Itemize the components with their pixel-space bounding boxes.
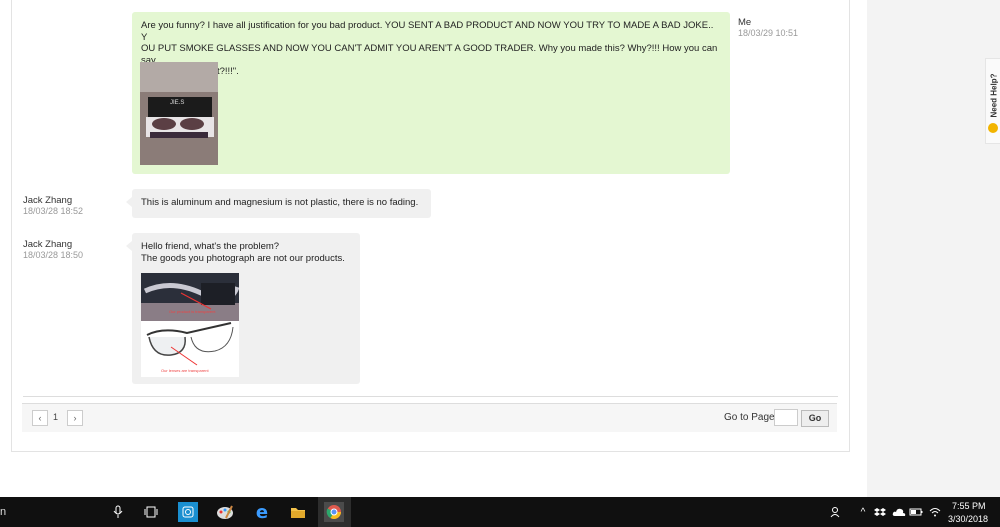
go-button[interactable]: Go: [801, 410, 829, 427]
image-caption: Our lenses are transparent: [161, 368, 209, 373]
dropbox-icon[interactable]: [870, 502, 890, 522]
prev-page-button[interactable]: ‹: [32, 410, 48, 426]
instagram-icon[interactable]: [178, 502, 198, 522]
image-caption: Our product is transparent: [169, 309, 216, 314]
need-help-tab[interactable]: Need Help?: [985, 58, 1000, 144]
message-line: Hello friend, what's the problem?: [141, 241, 280, 252]
clock-time[interactable]: 7:55 PM: [952, 501, 986, 511]
smiley-icon: [988, 123, 998, 133]
wifi-icon[interactable]: [925, 502, 945, 522]
microphone-icon[interactable]: [108, 502, 128, 522]
right-gutter: [867, 0, 1000, 497]
next-page-button[interactable]: ›: [67, 410, 83, 426]
message-line: OU PUT SMOKE GLASSES AND NOW YOU CAN'T A…: [141, 43, 718, 66]
pagination-bar: ‹ 1 › Go to Page Go: [22, 403, 837, 432]
clock-date[interactable]: 3/30/2018: [948, 514, 988, 524]
sender-name: Jack Zhang: [23, 239, 73, 250]
message-text: This is aluminum and magnesium is not pl…: [141, 197, 419, 208]
search-box-text[interactable]: n: [0, 506, 6, 518]
message-bubble-seller: This is aluminum and magnesium is not pl…: [126, 189, 431, 218]
case-brand-text: JIE.S: [170, 100, 185, 106]
message-time: 18/03/28 18:52: [23, 206, 84, 216]
conversation-panel: Are you funny? I have all justification …: [11, 0, 850, 452]
message-line: The goods you photograph are not our pro…: [141, 252, 345, 264]
people-icon[interactable]: [826, 502, 846, 522]
message-text: Hello friend, what's the problem? The go…: [141, 241, 351, 264]
windows-taskbar: n e ^ 7:55 PM 3/30/2018: [0, 497, 1000, 527]
message-bubble-me: Are you funny? I have all justification …: [132, 12, 730, 174]
message-page: Are you funny? I have all justification …: [0, 0, 867, 497]
sender-name: Me: [738, 17, 752, 28]
battery-icon[interactable]: [906, 502, 926, 522]
page-number-input[interactable]: [774, 409, 798, 426]
paint-app-icon[interactable]: [215, 502, 235, 522]
message-line: Are you funny? I have all justification …: [141, 20, 714, 43]
glasses-case-image: [140, 62, 218, 165]
message-text: Are you funny? I have all justification …: [141, 20, 721, 78]
message-bubble-seller: Hello friend, what's the problem? The go…: [126, 233, 360, 384]
divider: [23, 396, 838, 397]
edge-browser-icon[interactable]: e: [252, 502, 272, 523]
active-app-indicator: [318, 497, 351, 527]
file-explorer-icon[interactable]: [288, 502, 308, 522]
attached-photo-glasses-frame[interactable]: Our product is transparent Our lenses ar…: [141, 273, 239, 377]
sender-name: Jack Zhang: [23, 195, 73, 206]
message-time: 18/03/28 18:50: [23, 250, 84, 260]
task-view-icon[interactable]: [141, 502, 161, 522]
need-help-label: Need Help?: [989, 73, 999, 118]
message-line: "It isn't our product?!!!".: [141, 66, 721, 78]
glasses-frame-image: [141, 273, 239, 366]
attached-photo-glasses-case[interactable]: JIE.S: [140, 62, 218, 165]
message-time: 18/03/29 10:51: [738, 28, 799, 38]
current-page-number[interactable]: 1: [53, 412, 58, 422]
goto-page-label: Go to Page: [724, 412, 775, 423]
